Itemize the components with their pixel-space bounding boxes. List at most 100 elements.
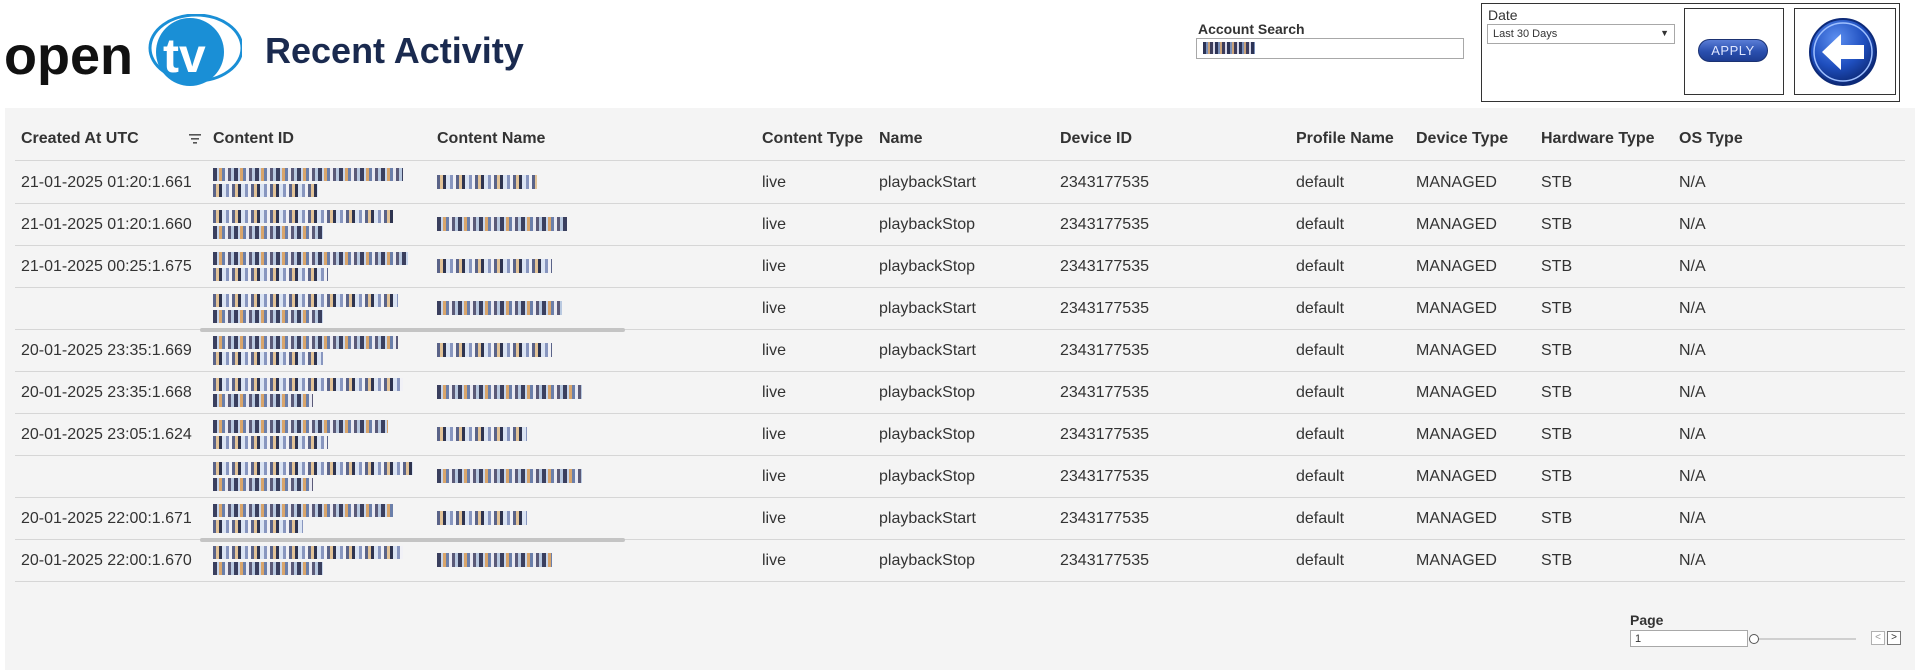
cell-os-type: N/A [1679, 174, 1706, 191]
cell-hardware-type: STB [1541, 552, 1573, 569]
table-row[interactable]: 21-01-2025 01:20:1.660 live playbackStop 23… [15, 204, 1905, 246]
cell-created-at: 21-01-2025 00:25:1.675 [21, 258, 192, 275]
redacted-block [213, 562, 323, 575]
cell-event-name: playbackStop [879, 384, 976, 401]
cell-content-id-redacted [213, 502, 413, 536]
cell-device-type: MANAGED [1416, 468, 1497, 485]
cell-profile-name: default [1296, 552, 1345, 569]
table-row[interactable]: live playbackStart 2343177535 default MANAGE… [15, 288, 1905, 330]
table-row[interactable]: 20-01-2025 23:05:1.624 live playbackStop 23… [15, 414, 1905, 456]
column-header-content-type[interactable]: Content Type [762, 130, 863, 148]
cell-event-name: playbackStop [879, 552, 976, 569]
back-button[interactable] [1808, 17, 1878, 87]
cell-created-at: 20-01-2025 23:05:1.624 [21, 426, 192, 443]
redacted-block [213, 520, 303, 533]
redacted-block [213, 478, 313, 491]
redacted-block [213, 184, 318, 197]
redacted-block [213, 504, 393, 517]
arrow-left-icon [1809, 18, 1877, 86]
redacted-block [213, 336, 398, 349]
cell-os-type: N/A [1679, 384, 1706, 401]
date-label: Date [1488, 7, 1518, 23]
account-search-label: Account Search [1198, 21, 1305, 37]
column-header-content-id[interactable]: Content ID [213, 130, 294, 148]
column-header-device-id[interactable]: Device ID [1060, 130, 1132, 148]
cell-device-id: 2343177535 [1060, 552, 1149, 569]
cell-content-id-redacted [213, 166, 413, 200]
cell-event-name: playbackStart [879, 342, 976, 359]
cell-os-type: N/A [1679, 342, 1706, 359]
cell-created-at: 20-01-2025 23:35:1.668 [21, 384, 192, 401]
previous-page-button[interactable]: < [1871, 631, 1885, 645]
cell-created-at: 20-01-2025 22:00:1.671 [21, 510, 192, 527]
column-header-os-type[interactable]: OS Type [1679, 130, 1743, 148]
redacted-block [213, 168, 403, 181]
cell-content-type: live [762, 216, 787, 233]
cell-hardware-type: STB [1541, 510, 1573, 527]
cell-content-id-redacted [213, 376, 413, 410]
cell-content-type: live [762, 510, 787, 527]
cell-event-name: playbackStart [879, 174, 976, 191]
table-row[interactable]: 21-01-2025 00:25:1.675 live playbackStop 23… [15, 246, 1905, 288]
cell-content-type: live [762, 426, 787, 443]
cell-os-type: N/A [1679, 216, 1706, 233]
table-row[interactable]: 20-01-2025 22:00:1.670 live playbackStop 23… [15, 540, 1905, 582]
redacted-block [213, 394, 313, 407]
redacted-block [437, 553, 552, 567]
redacted-block [213, 294, 398, 307]
redacted-block [213, 546, 403, 559]
cell-device-id: 2343177535 [1060, 258, 1149, 275]
account-search-input[interactable] [1196, 38, 1464, 59]
cell-scrollbar[interactable] [200, 328, 625, 332]
cell-created-at: 20-01-2025 22:00:1.670 [21, 552, 192, 569]
cell-profile-name: default [1296, 300, 1345, 317]
next-page-button[interactable]: > [1887, 631, 1901, 645]
redacted-block [437, 259, 552, 273]
column-header-name[interactable]: Name [879, 130, 923, 148]
cell-scrollbar[interactable] [200, 538, 625, 542]
page-slider-track[interactable] [1752, 638, 1856, 640]
column-header-profile-name[interactable]: Profile Name [1296, 130, 1394, 148]
redacted-block [213, 226, 323, 239]
column-header-created-at[interactable]: Created At UTC [21, 130, 139, 148]
table-row[interactable]: live playbackStop 2343177535 default MANAGED… [15, 456, 1905, 498]
cell-hardware-type: STB [1541, 468, 1573, 485]
cell-device-type: MANAGED [1416, 384, 1497, 401]
cell-profile-name: default [1296, 468, 1345, 485]
table-row[interactable]: 20-01-2025 22:00:1.671 live playbackStart 2… [15, 498, 1905, 540]
redacted-block [437, 301, 562, 315]
chevron-down-icon: ▼ [1660, 28, 1669, 38]
cell-hardware-type: STB [1541, 216, 1573, 233]
sort-icon[interactable] [189, 134, 201, 144]
cell-content-id-redacted [213, 418, 413, 452]
page-title: Recent Activity [265, 30, 524, 71]
cell-content-type: live [762, 342, 787, 359]
table-row[interactable]: 20-01-2025 23:35:1.669 live playbackStart 2… [15, 330, 1905, 372]
cell-device-type: MANAGED [1416, 342, 1497, 359]
table-row[interactable]: 20-01-2025 23:35:1.668 live playbackStop 23… [15, 372, 1905, 414]
redacted-block [213, 378, 403, 391]
date-range-select[interactable]: Last 30 Days ▼ [1487, 24, 1675, 44]
column-header-device-type[interactable]: Device Type [1416, 130, 1508, 148]
cell-device-type: MANAGED [1416, 174, 1497, 191]
cell-device-id: 2343177535 [1060, 510, 1149, 527]
table-row[interactable]: 21-01-2025 01:20:1.661 live playbackStart 2… [15, 162, 1905, 204]
date-range-selected: Last 30 Days [1493, 28, 1558, 40]
cell-content-id-redacted [213, 544, 413, 578]
cell-content-id-redacted [213, 334, 413, 368]
cell-device-type: MANAGED [1416, 510, 1497, 527]
cell-profile-name: default [1296, 174, 1345, 191]
activity-table-panel: Created At UTC Content ID Content Name C… [5, 108, 1915, 670]
table-header-row: Created At UTC Content ID Content Name C… [15, 108, 1905, 161]
cell-content-id-redacted [213, 208, 413, 242]
page-number-input[interactable] [1630, 630, 1748, 647]
redacted-block [437, 469, 582, 483]
apply-button[interactable]: APPLY [1698, 39, 1768, 62]
cell-content-id-redacted [213, 250, 413, 284]
column-header-hardware-type[interactable]: Hardware Type [1541, 130, 1655, 148]
column-header-content-name[interactable]: Content Name [437, 130, 545, 148]
cell-profile-name: default [1296, 216, 1345, 233]
cell-hardware-type: STB [1541, 300, 1573, 317]
page-slider-handle[interactable] [1749, 634, 1759, 644]
logo-text-open: open [4, 26, 133, 86]
